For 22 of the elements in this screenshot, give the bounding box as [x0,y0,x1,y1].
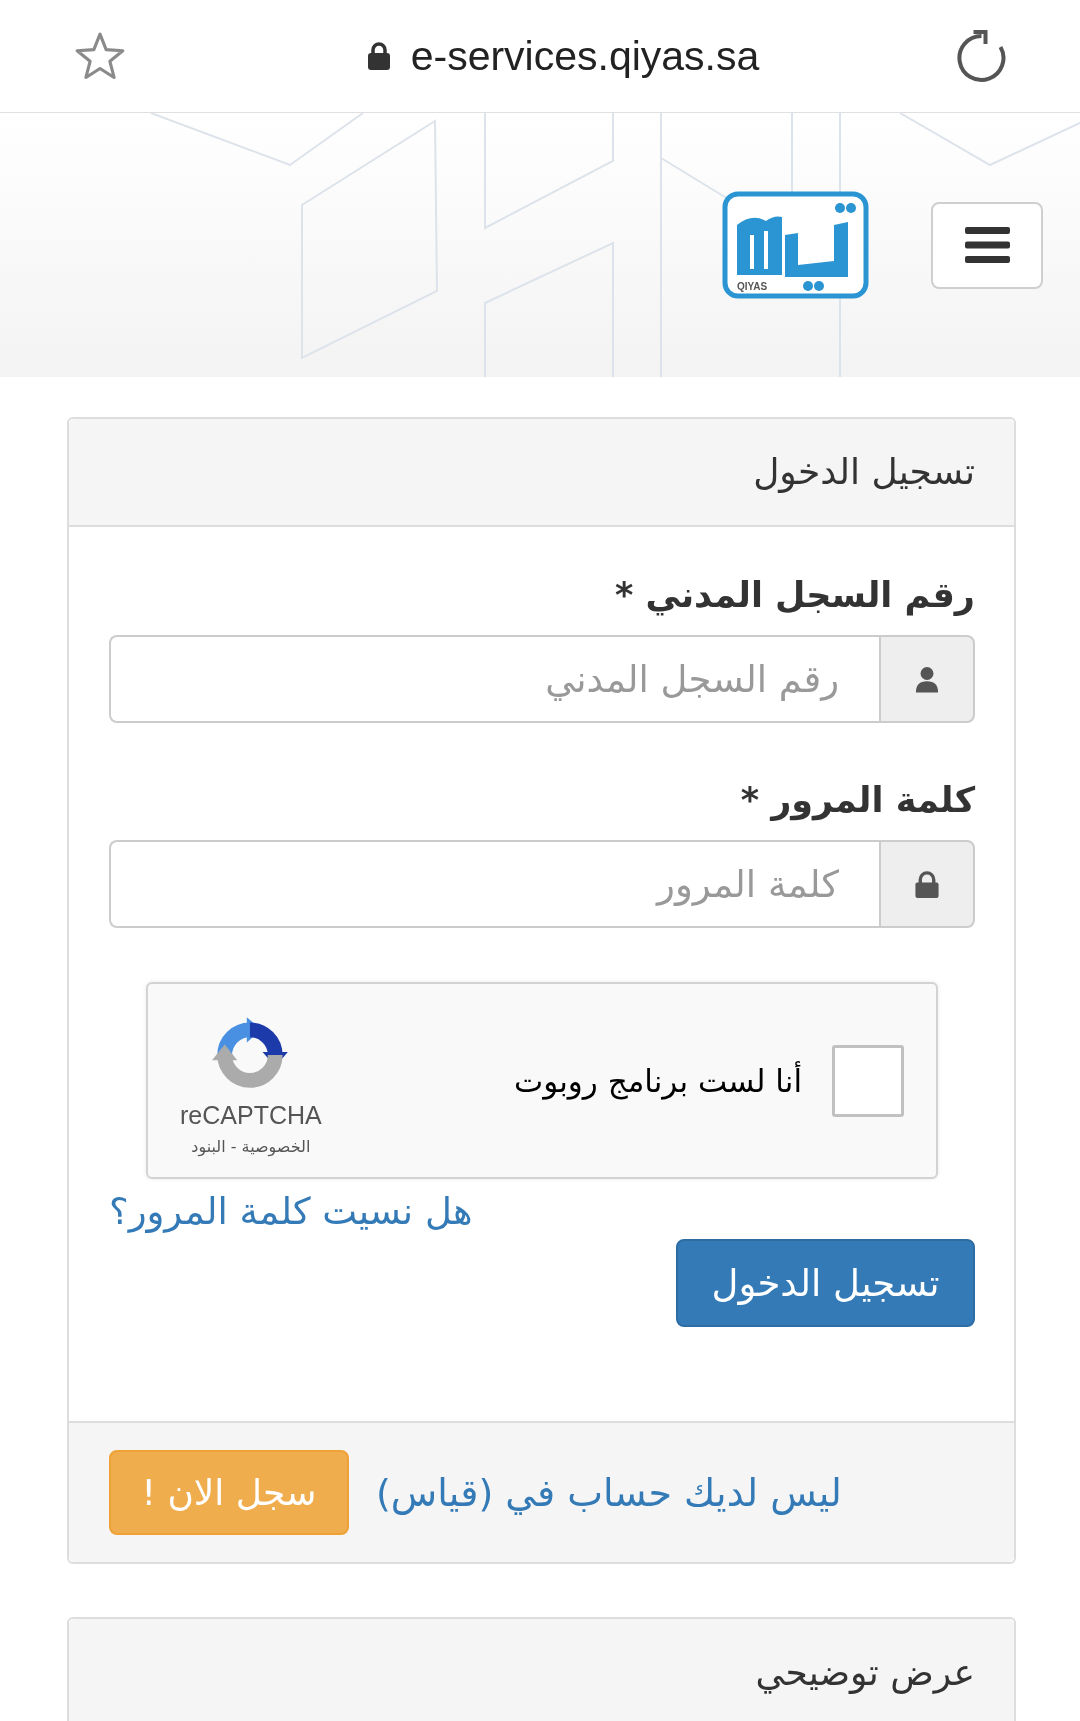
panel-title: عرض توضيحي [755,1651,975,1696]
field-label: رقم السجل المدني * [614,574,975,618]
no-account-link[interactable]: ليس لديك حساب في (قياس) [376,1470,842,1515]
captcha-checkbox[interactable] [832,1044,904,1117]
menu-button[interactable] [931,201,1043,289]
privacy-terms-links[interactable]: الخصوصية - البنود [191,1133,311,1160]
lock-icon [367,42,390,70]
reload-icon[interactable] [956,29,1008,83]
star-icon[interactable] [75,32,125,80]
user-icon [915,665,939,693]
url-text[interactable]: e-services.qiyas.sa [410,32,760,80]
panel-title: تسجيل الدخول [753,450,975,495]
password-field[interactable]: كلمة المرور [109,840,879,928]
id-number-field[interactable]: رقم السجل المدني [109,635,879,723]
lock-icon [915,870,939,898]
logo[interactable]: QIYAS [722,191,869,299]
login-button[interactable]: تسجيل الدخول [676,1239,975,1327]
field-label: كلمة المرور * [739,779,975,823]
forgot-password-link[interactable]: هل نسيت كلمة المرور؟ [109,1191,473,1233]
captcha-label: أنا لست برنامج روبوت [514,1062,802,1099]
recaptcha-brand-text: reCAPTCHA [180,1099,322,1130]
menu-icon [964,227,1010,263]
